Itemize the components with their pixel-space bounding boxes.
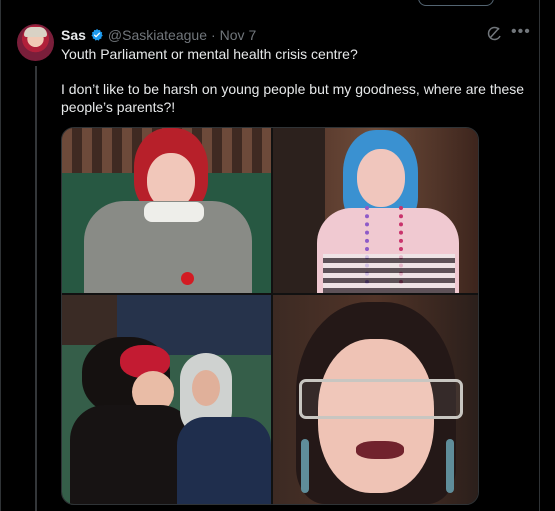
- author-name[interactable]: Sas: [61, 27, 86, 43]
- author-avatar[interactable]: [17, 24, 54, 61]
- post-text: Youth Parliament or mental health crisis…: [61, 45, 531, 116]
- post-date[interactable]: Nov 7: [220, 27, 257, 43]
- grok-icon[interactable]: [486, 26, 502, 42]
- top-pill-button[interactable]: [418, 0, 494, 6]
- post-media-grid[interactable]: [61, 127, 479, 505]
- more-icon[interactable]: •••: [511, 24, 530, 42]
- author-handle[interactable]: @Saskiateague: [108, 27, 207, 43]
- header-separator: ·: [210, 27, 216, 43]
- verified-badge-icon: [91, 28, 103, 41]
- thread-connector-line: [35, 66, 37, 511]
- post-text-line-1: Youth Parliament or mental health crisis…: [61, 46, 358, 62]
- timeline-right-border: [539, 0, 540, 511]
- media-photo-1[interactable]: [62, 128, 271, 293]
- media-photo-2[interactable]: [273, 128, 478, 293]
- media-photo-4[interactable]: [273, 295, 478, 504]
- avatar-hat-shape: [24, 27, 47, 37]
- media-photo-3[interactable]: [62, 295, 271, 504]
- timeline-left-border: [0, 0, 1, 511]
- post-header: Sas @Saskiateague · Nov 7: [61, 26, 256, 44]
- post-text-paragraph-2: I don’t like to be harsh on young people…: [61, 81, 525, 115]
